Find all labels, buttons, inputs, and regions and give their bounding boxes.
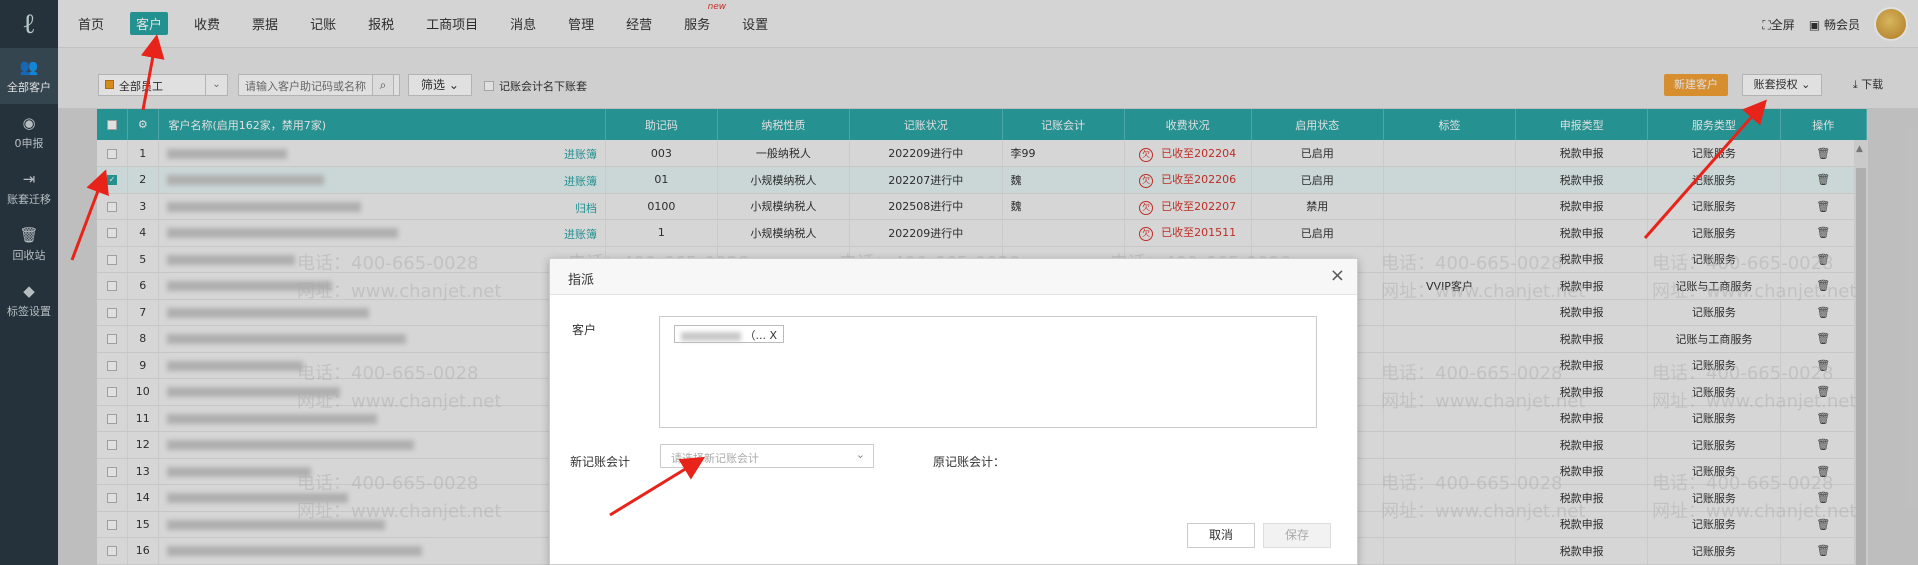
watermark-phone: 电话：400-665-0028 bbox=[297, 363, 479, 384]
watermark-site: 网址：www.chanjet.net bbox=[297, 501, 502, 522]
close-icon[interactable]: × bbox=[1330, 265, 1345, 286]
customer-tag[interactable]: （... X bbox=[674, 325, 785, 343]
blurred-name bbox=[681, 331, 741, 341]
watermark-site: 网址：www.chanjet.net bbox=[1652, 391, 1857, 412]
watermark-site: 网址：www.chanjet.net bbox=[1652, 281, 1857, 302]
watermark-site: 网址：www.chanjet.net bbox=[1381, 501, 1586, 522]
save-button[interactable]: 保存 bbox=[1263, 523, 1331, 548]
watermark-phone: 电话：400-665-0028 bbox=[1652, 253, 1834, 274]
watermark-site: 网址：www.chanjet.net bbox=[297, 391, 502, 412]
assign-dialog: 指派 × 客户 （... X 新记账会计 请选择新记账会计 ⌄ 原记账会计： 取… bbox=[549, 258, 1358, 565]
customer-tag-label: （... X bbox=[744, 329, 778, 342]
watermark-phone: 电话：400-665-0028 bbox=[1381, 253, 1563, 274]
watermark-site: 网址：www.chanjet.net bbox=[1381, 281, 1586, 302]
chevron-down-icon: ⌄ bbox=[855, 448, 865, 461]
new-accountant-placeholder: 请选择新记账会计 bbox=[671, 452, 759, 465]
watermark-site: 网址：www.chanjet.net bbox=[297, 281, 502, 302]
watermark-site: 网址：www.chanjet.net bbox=[1381, 391, 1586, 412]
watermark-phone: 电话：400-665-0028 bbox=[297, 473, 479, 494]
watermark-phone: 电话：400-665-0028 bbox=[1381, 473, 1563, 494]
new-accountant-select[interactable]: 请选择新记账会计 ⌄ bbox=[660, 444, 874, 468]
watermark-phone: 电话：400-665-0028 bbox=[1381, 363, 1563, 384]
dialog-title: 指派 bbox=[550, 259, 1357, 295]
old-accountant-label: 原记账会计： bbox=[933, 455, 1006, 469]
watermark-site: 网址：www.chanjet.net bbox=[1652, 501, 1857, 522]
customer-box[interactable]: （... X bbox=[659, 316, 1317, 428]
watermark-phone: 电话：400-665-0028 bbox=[297, 253, 479, 274]
cancel-button[interactable]: 取消 bbox=[1187, 523, 1255, 548]
watermark-phone: 电话：400-665-0028 bbox=[1652, 363, 1834, 384]
watermark-phone: 电话：400-665-0028 bbox=[1652, 473, 1834, 494]
new-accountant-label: 新记账会计 bbox=[570, 455, 631, 469]
customer-label: 客户 bbox=[572, 323, 597, 337]
